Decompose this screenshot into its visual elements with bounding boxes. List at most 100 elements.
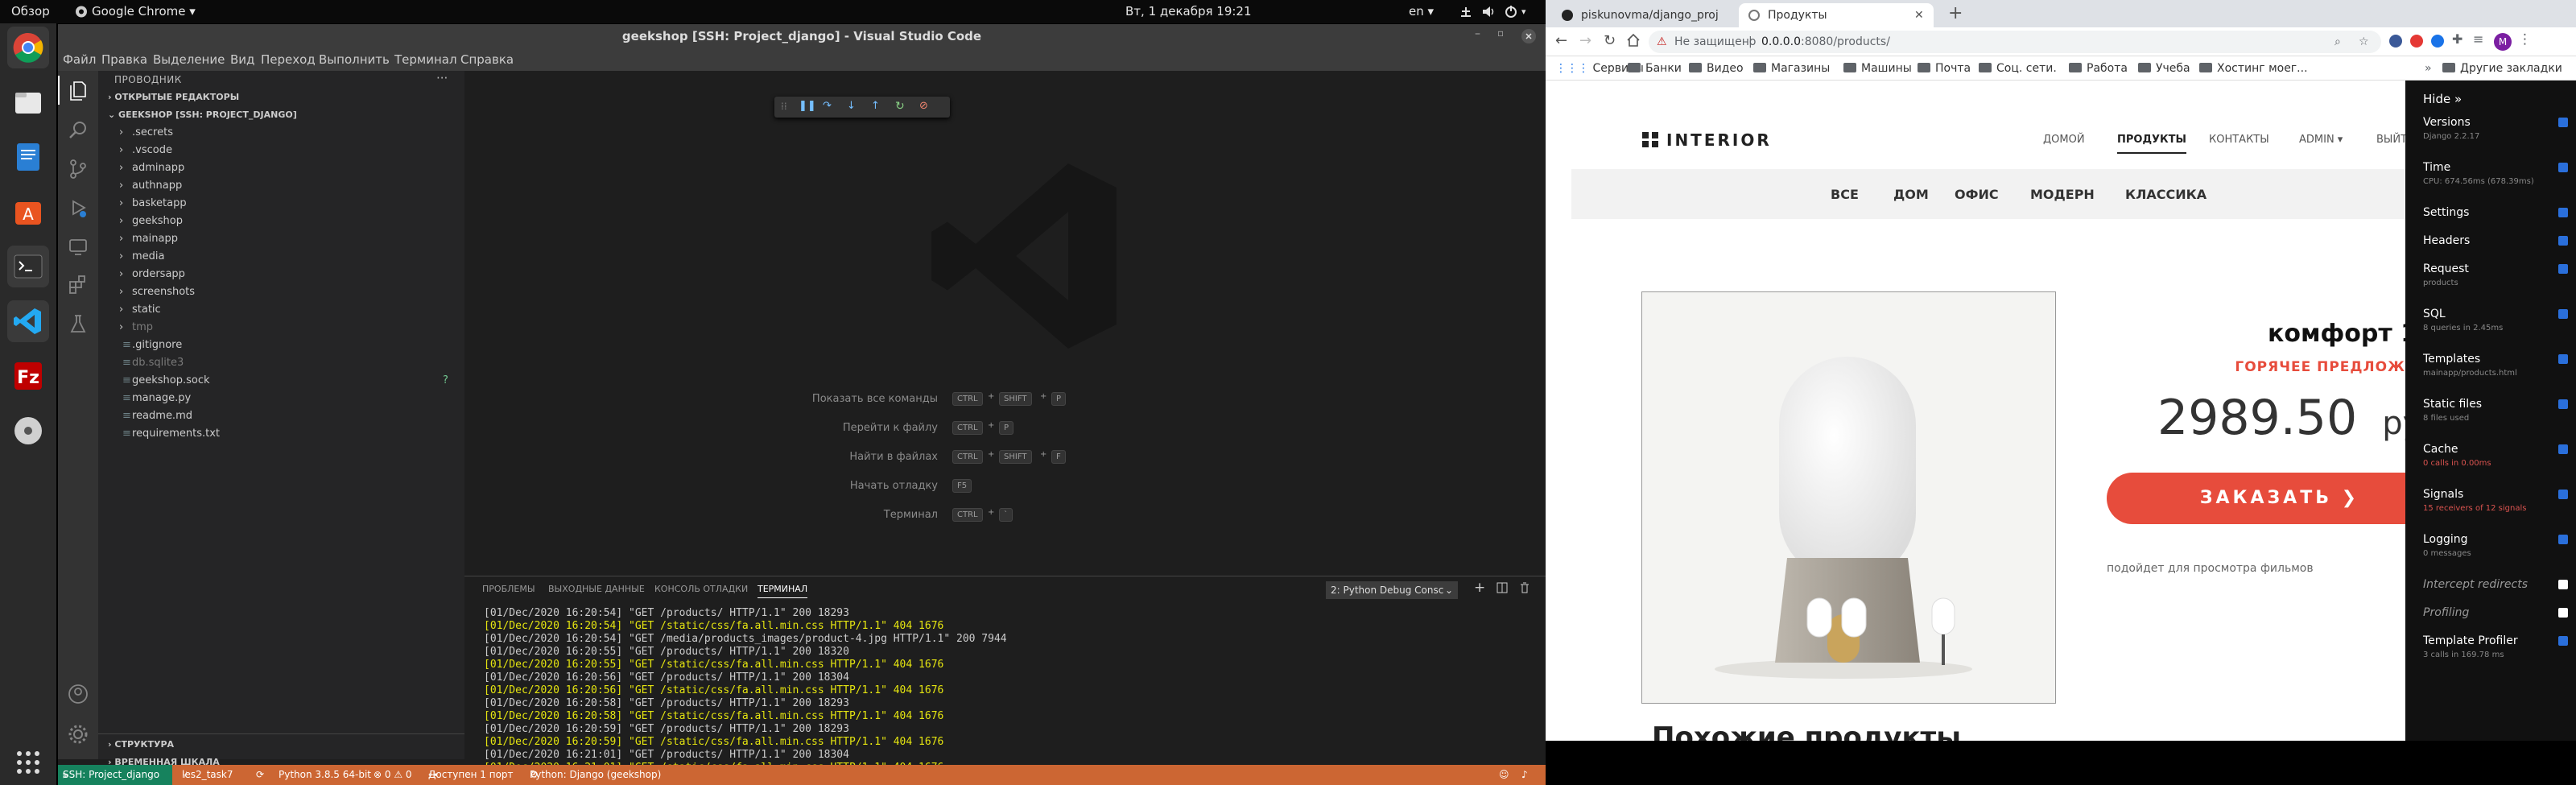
product-image[interactable]	[1641, 291, 2056, 704]
step-out-icon[interactable]: ↑	[871, 100, 880, 112]
step-into-icon[interactable]: ↓	[847, 100, 856, 112]
folder-item[interactable]: › adminapp	[98, 159, 464, 177]
file-item[interactable]: ≡ db.sqlite3	[98, 354, 464, 372]
warning-icon[interactable]: ⚠	[1657, 31, 1667, 53]
run-debug-icon[interactable]	[64, 193, 93, 222]
dock-vscode-icon[interactable]	[7, 300, 49, 342]
bookmark-folder-cars[interactable]: Машины	[1843, 56, 1912, 81]
network-icon[interactable]	[1459, 0, 1473, 23]
step-over-icon[interactable]: ↷	[823, 100, 832, 112]
folder-item[interactable]: › .vscode	[98, 142, 464, 159]
checkbox-checked[interactable]	[2558, 163, 2568, 172]
file-item[interactable]: ≡ .gitignore	[98, 337, 464, 354]
menu-terminal[interactable]: Терминал	[394, 48, 457, 71]
explorer-icon[interactable]	[58, 76, 98, 105]
app-menu[interactable]: Google Chrome ▾	[92, 0, 196, 23]
pause-icon[interactable]: ❚❚	[799, 100, 816, 112]
extension-translate-icon[interactable]	[2389, 35, 2402, 48]
reload-icon[interactable]: ↻	[1604, 32, 1616, 49]
back-icon[interactable]: ←	[1555, 32, 1567, 49]
restart-icon[interactable]: ↻	[895, 100, 905, 113]
bookmark-folder-banks[interactable]: Банки	[1628, 56, 1682, 81]
dock-software-icon[interactable]: A	[7, 191, 49, 233]
checkbox-checked[interactable]	[2558, 208, 2568, 217]
bookmark-folder-video[interactable]: Видео	[1689, 56, 1744, 81]
problems-indicator[interactable]: ⊗ 0 ⚠ 0	[374, 765, 412, 785]
checkbox-checked[interactable]	[2558, 535, 2568, 544]
tab-products[interactable]: Продукты ✕	[1739, 3, 1934, 27]
category-home[interactable]: ДОМ	[1893, 187, 1929, 202]
dock-disc-icon[interactable]	[7, 410, 49, 452]
outline-section[interactable]: › СТРУКТУРА	[108, 736, 174, 754]
power-icon[interactable]	[1504, 0, 1518, 23]
checkbox-checked[interactable]	[2558, 264, 2568, 274]
feedback-icon[interactable]: ☺	[1499, 765, 1509, 785]
folder-item[interactable]: › geekshop	[98, 213, 464, 230]
file-item[interactable]: ≡ manage.py	[98, 390, 464, 407]
dock-chrome-icon[interactable]	[7, 27, 49, 68]
split-terminal-icon[interactable]	[1496, 582, 1508, 593]
tab-terminal[interactable]: ТЕРМИНАЛ	[758, 584, 808, 598]
category-office[interactable]: ОФИС	[1955, 187, 1999, 202]
minimize-icon[interactable]: –	[1475, 27, 1480, 40]
nav-contacts[interactable]: КОНТАКТЫ	[2209, 134, 2269, 146]
new-terminal-icon[interactable]: +	[1474, 580, 1485, 596]
close-icon[interactable]	[1521, 29, 1536, 43]
terminal-output[interactable]: [01/Dec/2020 16:20:54] "GET /products/ H…	[484, 607, 1007, 785]
folder-item[interactable]: › authnapp	[98, 177, 464, 195]
folder-item[interactable]: › tmp	[98, 319, 464, 337]
forward-icon[interactable]: →	[1579, 32, 1591, 49]
folder-item[interactable]: › mainapp	[98, 230, 464, 248]
category-all[interactable]: ВСЕ	[1831, 187, 1859, 202]
show-apps-icon[interactable]	[7, 742, 49, 783]
dock-files-icon[interactable]	[7, 81, 49, 123]
extensions-puzzle-icon[interactable]: ✚	[2452, 31, 2462, 47]
checkbox-unchecked[interactable]	[2558, 580, 2568, 589]
folder-item[interactable]: › static	[98, 301, 464, 319]
folder-item[interactable]: › media	[98, 248, 464, 266]
nav-admin[interactable]: ADMIN ▾	[2299, 134, 2343, 146]
menu-file[interactable]: Файл	[63, 48, 96, 71]
activities-button[interactable]: Обзор	[11, 0, 50, 23]
python-interpreter[interactable]: Python 3.8.5 64-bit	[279, 765, 371, 785]
kill-terminal-icon[interactable]	[1519, 582, 1530, 593]
testing-icon[interactable]	[64, 309, 93, 338]
checkbox-unchecked[interactable]	[2558, 608, 2568, 618]
order-button[interactable]: ЗАКАЗАТЬ ❯	[2107, 473, 2453, 524]
bookmark-folder-social[interactable]: Соц. сети.	[1979, 56, 2057, 81]
tab-debug-console[interactable]: КОНСОЛЬ ОТЛАДКИ	[654, 584, 748, 594]
extensions-icon[interactable]	[64, 271, 93, 300]
disconnect-icon[interactable]: ⊘	[919, 100, 928, 112]
category-classic[interactable]: КЛАССИКА	[2125, 187, 2207, 202]
maximize-icon[interactable]: ▫	[1497, 27, 1504, 39]
new-tab-icon[interactable]: +	[1948, 3, 1963, 23]
dock-terminal-icon[interactable]	[7, 246, 49, 287]
reading-list-icon[interactable]: ≡	[2473, 31, 2483, 47]
checkbox-checked[interactable]	[2558, 354, 2568, 364]
remote-explorer-icon[interactable]	[64, 232, 93, 261]
bookmark-star-icon[interactable]: ☆	[2359, 31, 2369, 53]
menu-go[interactable]: Переход	[261, 48, 316, 71]
system-menu-chevron-icon[interactable]: ▾	[1521, 0, 1526, 23]
folder-item[interactable]: › .secrets	[98, 124, 464, 142]
other-bookmarks[interactable]: Другие закладки	[2442, 56, 2562, 81]
file-item[interactable]: ≡ requirements.txt	[98, 425, 464, 443]
checkbox-checked[interactable]	[2558, 118, 2568, 127]
folder-item[interactable]: › ordersapp	[98, 266, 464, 283]
omnibox[interactable]: ⚠ Не защищено | 0.0.0.0:8080/products/ ⌕…	[1649, 31, 2381, 53]
category-modern[interactable]: МОДЕРН	[2030, 187, 2095, 202]
nav-home[interactable]: ДОМОЙ	[2043, 134, 2085, 146]
search-icon[interactable]	[64, 116, 93, 145]
remote-indicator[interactable]: ⫸ SSH: Project_django	[58, 765, 172, 785]
dock-filezilla-icon[interactable]: Fz	[7, 355, 49, 397]
bookmarks-overflow[interactable]: »	[2425, 56, 2432, 81]
folder-item[interactable]: › screenshots	[98, 283, 464, 301]
checkbox-checked[interactable]	[2558, 444, 2568, 454]
menu-view[interactable]: Вид	[230, 48, 254, 71]
close-tab-icon[interactable]: ✕	[1914, 3, 1924, 27]
hide-toolbar-button[interactable]: Hide »	[2423, 92, 2462, 106]
chrome-menu-icon[interactable]: ⋮	[2518, 31, 2532, 48]
checkbox-checked[interactable]	[2558, 636, 2568, 646]
account-icon[interactable]	[64, 680, 93, 709]
file-item[interactable]: ≡ geekshop.sock?	[98, 372, 464, 390]
